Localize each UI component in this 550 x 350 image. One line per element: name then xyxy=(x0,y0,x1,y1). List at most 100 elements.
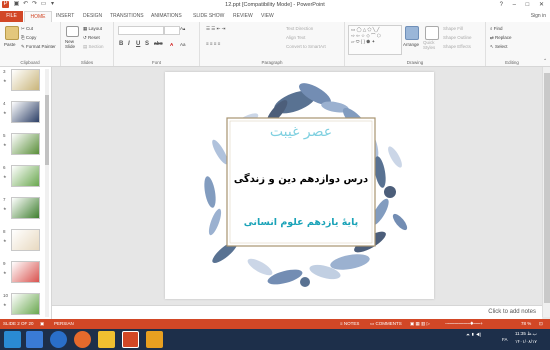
clipboard-group: Paste ✂ Cut ⎘ Copy ✎ Format Painter Clip… xyxy=(0,22,61,66)
minimize-icon[interactable]: – xyxy=(513,2,520,8)
comments-toggle[interactable]: ▭ COMMENTS xyxy=(370,321,402,327)
internet-explorer-icon[interactable] xyxy=(50,331,67,348)
section-button[interactable]: ▤ Section xyxy=(83,44,104,50)
animation-star-icon: ★ xyxy=(3,78,7,83)
maximize-icon[interactable]: □ xyxy=(526,2,534,8)
new-slide-icon[interactable] xyxy=(66,26,79,37)
slide-counter: SLIDE 2 OF 20 xyxy=(3,321,34,326)
tab-file[interactable]: FILE xyxy=(0,11,23,22)
tab-insert[interactable]: INSERT xyxy=(56,13,74,19)
change-case-icon[interactable]: Aa xyxy=(180,42,186,47)
font-label: Font xyxy=(151,60,161,65)
slide-thumbnail[interactable] xyxy=(11,165,40,187)
layout-button[interactable]: ▦ Layout xyxy=(83,26,102,32)
underline-button[interactable]: U xyxy=(136,41,140,47)
bullets-icon[interactable]: ☰ ☰ ⇤ ⇥ xyxy=(206,26,225,32)
powerpoint-taskbar-icon[interactable] xyxy=(122,331,139,348)
align-icons[interactable]: ≡ ≡ ≡ ≡ xyxy=(206,41,220,46)
shape-fill-button[interactable]: Shape Fill xyxy=(443,26,463,31)
arrange-button[interactable]: Arrange xyxy=(403,42,419,47)
slide-thumbnail[interactable] xyxy=(11,133,40,155)
font-name-dropdown[interactable] xyxy=(118,26,164,35)
current-slide[interactable]: عصر غیبت درس دوازدهم دین و زندگی پایۀ یا… xyxy=(165,72,434,299)
replace-button[interactable]: ⇄ Replace xyxy=(490,35,512,41)
text-direction-button[interactable]: Text Direction xyxy=(286,26,313,31)
italic-button[interactable]: I xyxy=(128,41,130,47)
view-buttons[interactable]: ▣ ▦ ▥ ▷ xyxy=(410,321,430,327)
tab-review[interactable]: REVIEW xyxy=(233,13,253,19)
tab-transitions[interactable]: TRANSITIONS xyxy=(110,13,144,19)
tab-animations[interactable]: ANIMATIONS xyxy=(151,13,182,19)
format-painter-button[interactable]: ✎ Format Painter xyxy=(21,44,56,50)
find-button[interactable]: ⌕ Find xyxy=(490,26,503,31)
align-text-button[interactable]: Align Text xyxy=(286,35,305,40)
paste-icon[interactable] xyxy=(5,26,19,40)
copy-button[interactable]: ⎘ Copy xyxy=(21,35,36,40)
slide-thumbnail[interactable] xyxy=(11,261,40,283)
fit-slide-icon[interactable]: ⊡ xyxy=(539,321,543,327)
help-icon[interactable]: ? xyxy=(500,2,507,8)
title-bar: P ▣ ↶ ↷ ▭ ▾ 12.ppt [Compatibility Mode] … xyxy=(0,0,550,11)
thumbnail-number: 3 xyxy=(3,69,6,74)
bold-button[interactable]: B xyxy=(119,41,123,47)
notes-toggle[interactable]: ≡ NOTES xyxy=(340,321,359,326)
paragraph-label: Paragraph xyxy=(261,60,283,65)
slide-thumbnail-pane: 3 ★ 4 ★ 5 ★ 6 ★ 7 ★ 8 ★ 9 ★ 10 ★ xyxy=(0,67,52,319)
arrange-icon[interactable] xyxy=(405,26,419,40)
shapes-gallery[interactable]: ▭ ◯ △ ⬠ ╲ ╱ ⇨ ⇦ ☆ ◇ ⌒ ⬡ ▱ ⬭ { } ⬟ ✦ xyxy=(348,25,402,55)
shape-outline-button[interactable]: Shape Outline xyxy=(443,35,472,40)
media-player-icon[interactable] xyxy=(146,331,163,348)
tab-slide-show[interactable]: SLIDE SHOW xyxy=(193,13,224,19)
window-title: 12.ppt [Compatibility Mode] - PowerPoint xyxy=(225,2,325,8)
close-icon[interactable]: ✕ xyxy=(539,2,548,8)
thumbnail-number: 4 xyxy=(3,101,6,106)
tab-view[interactable]: VIEW xyxy=(261,13,274,19)
reset-button[interactable]: ↺ Reset xyxy=(83,35,100,41)
tab-home[interactable]: HOME xyxy=(24,11,52,22)
language-indicator[interactable]: PERSIAN xyxy=(54,321,74,326)
sign-in-link[interactable]: Sign in xyxy=(531,13,546,19)
zoom-level[interactable]: 78 % xyxy=(521,321,531,326)
zoom-slider[interactable]: –⎯⎯⎯⎯⎯⎯⎯⎯⎯⎯◆⎯⎯⎯+ xyxy=(445,321,483,326)
paste-button[interactable]: Paste xyxy=(4,42,16,47)
font-size-dropdown[interactable] xyxy=(164,26,180,35)
slide-thumbnail[interactable] xyxy=(11,101,40,123)
file-explorer-icon[interactable] xyxy=(98,331,115,348)
clock-date[interactable]: ۱۴۰۱/۰۸/۱۷ xyxy=(515,339,537,345)
start-icon[interactable] xyxy=(4,331,21,348)
animation-star-icon: ★ xyxy=(3,206,7,211)
quick-styles-button[interactable]: Quick Styles xyxy=(423,40,439,50)
slide-thumbnail[interactable] xyxy=(11,69,40,91)
font-color-icon[interactable]: A xyxy=(170,42,173,47)
firefox-icon[interactable] xyxy=(74,331,91,348)
thumbnail-scroll-thumb[interactable] xyxy=(45,95,49,165)
slide-subtitle[interactable]: درس دوازدهم دین و زندگی xyxy=(227,174,375,185)
shadow-button[interactable]: S xyxy=(145,41,149,47)
tray-icons[interactable]: ⏶ ▮ ◀) xyxy=(466,332,481,337)
shape-effects-button[interactable]: Shape Effects xyxy=(443,44,471,49)
spell-check-icon[interactable]: ▣ xyxy=(40,321,44,327)
notes-placeholder[interactable]: Click to add notes xyxy=(488,309,536,315)
slide-grade-text[interactable]: پایۀ یازدهم علوم انسانی xyxy=(227,217,375,228)
collapse-ribbon-icon[interactable]: ⌃ xyxy=(543,58,547,64)
grow-font-icon[interactable]: A▴ xyxy=(180,26,185,32)
clock-time[interactable]: 11:35 ب.ظ xyxy=(515,331,537,337)
slide-thumbnail[interactable] xyxy=(11,293,40,315)
notes-pane[interactable]: Click to add notes xyxy=(52,305,542,319)
animation-star-icon: ★ xyxy=(3,302,7,307)
tab-design[interactable]: DESIGN xyxy=(83,13,102,19)
slide-title[interactable]: عصر غیبت xyxy=(227,124,375,140)
select-button[interactable]: ↖ Select xyxy=(490,44,508,50)
cut-button[interactable]: ✂ Cut xyxy=(21,26,33,32)
vertical-scrollbar[interactable] xyxy=(542,67,550,317)
telegram-icon[interactable] xyxy=(26,331,43,348)
scroll-thumb[interactable] xyxy=(544,73,550,303)
language-tray[interactable]: FA xyxy=(502,337,508,342)
new-slide-button[interactable]: New Slide xyxy=(65,39,81,49)
slide-thumbnail[interactable] xyxy=(11,229,40,251)
slide-thumbnail[interactable] xyxy=(11,197,40,219)
quick-styles-icon[interactable] xyxy=(425,26,439,40)
drawing-group: ▭ ◯ △ ⬠ ╲ ╱ ⇨ ⇦ ☆ ◇ ⌒ ⬡ ▱ ⬭ { } ⬟ ✦ Arrang… xyxy=(345,22,486,66)
strikethrough-button[interactable]: abc xyxy=(154,41,163,47)
convert-smartart-button[interactable]: Convert to SmartArt xyxy=(286,44,326,49)
